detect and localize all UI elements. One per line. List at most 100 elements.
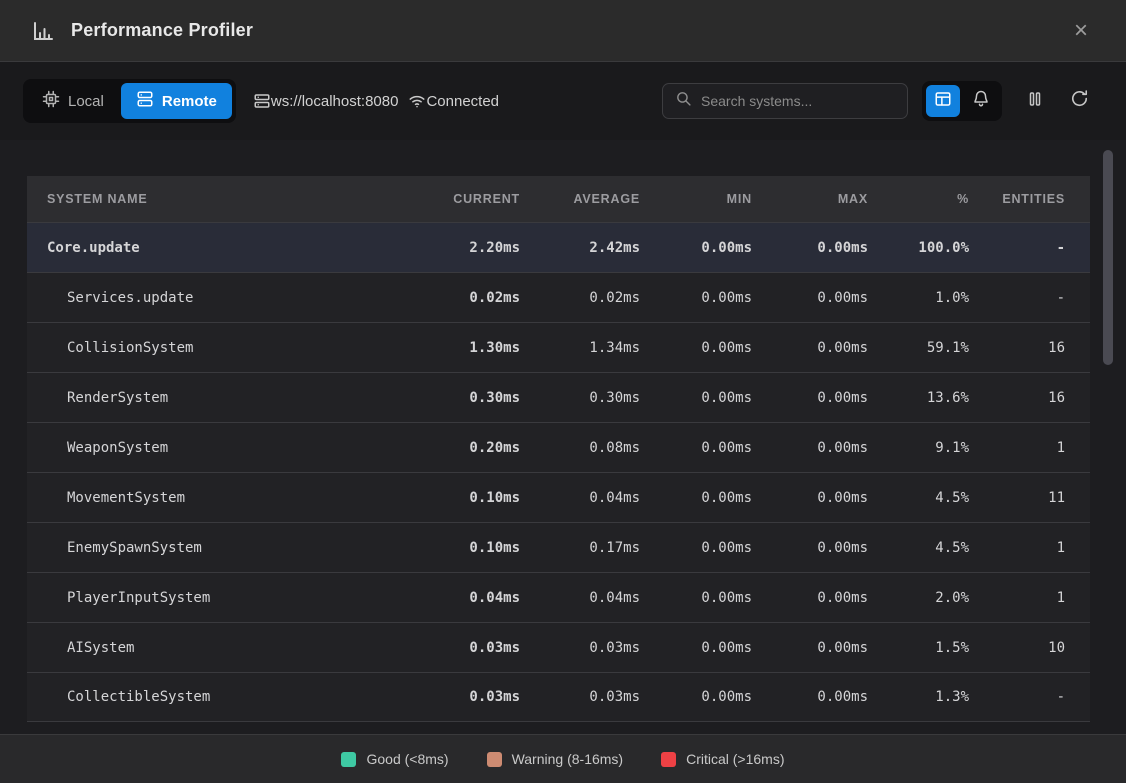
search-box (662, 83, 908, 119)
legend-label: Good (<8ms) (366, 751, 448, 767)
view-switcher (922, 81, 1002, 121)
host-server-icon (253, 92, 271, 110)
table-row[interactable]: Services.update0.02ms0.02ms0.00ms0.00ms1… (27, 272, 1090, 322)
close-icon[interactable]: × (1066, 16, 1096, 46)
percent-cell: 1.5% (868, 640, 969, 656)
entities-cell: - (969, 290, 1065, 306)
legend-footer: Good (<8ms) Warning (8-16ms) Critical (>16… (0, 734, 1126, 783)
system-name-cell: MovementSystem (47, 490, 410, 506)
wifi-icon (408, 92, 426, 110)
table-row[interactable]: EnemySpawnSystem0.10ms0.17ms0.00ms0.00ms… (27, 522, 1090, 572)
column-header[interactable]: CURRENT (410, 192, 520, 206)
max-cell: 0.00ms (752, 490, 868, 506)
max-cell: 0.00ms (752, 290, 868, 306)
table-row[interactable]: WeaponSystem0.20ms0.08ms0.00ms0.00ms9.1%… (27, 422, 1090, 472)
alerts-button[interactable] (964, 85, 998, 117)
bar-chart-icon (30, 18, 56, 44)
percent-cell: 1.0% (868, 290, 969, 306)
max-cell: 0.00ms (752, 390, 868, 406)
system-name-cell: AISystem (47, 640, 410, 656)
column-header[interactable]: MAX (752, 192, 868, 206)
column-header[interactable]: ENTITIES (969, 192, 1065, 206)
percent-cell: 4.5% (868, 490, 969, 506)
column-header[interactable]: SYSTEM NAME (47, 192, 410, 206)
max-cell: 0.00ms (752, 640, 868, 656)
connection-url: ws://localhost:8080 (271, 93, 399, 110)
current-cell: 0.03ms (410, 689, 520, 705)
table-row[interactable]: CollectibleSystem0.03ms0.03ms0.00ms0.00m… (27, 672, 1090, 722)
min-cell: 0.00ms (640, 340, 752, 356)
average-cell: 0.30ms (520, 390, 640, 406)
min-cell: 0.00ms (640, 540, 752, 556)
percent-cell: 59.1% (868, 340, 969, 356)
average-cell: 0.04ms (520, 590, 640, 606)
vertical-scrollbar[interactable] (1103, 150, 1113, 365)
percent-cell: 4.5% (868, 540, 969, 556)
max-cell: 0.00ms (752, 590, 868, 606)
cpu-chip-icon (42, 90, 60, 112)
bell-icon (972, 90, 990, 113)
average-cell: 0.17ms (520, 540, 640, 556)
legend-color-swatch (661, 752, 676, 767)
system-name-cell: CollisionSystem (47, 340, 410, 356)
table-row[interactable]: Core.update2.20ms2.42ms0.00ms0.00ms100.0… (27, 222, 1090, 272)
column-header[interactable]: % (868, 192, 969, 206)
search-input[interactable] (701, 93, 895, 109)
entities-cell: 11 (969, 490, 1065, 506)
average-cell: 0.03ms (520, 640, 640, 656)
systems-table: SYSTEM NAMECURRENTAVERAGEMINMAX%ENTITIES… (27, 176, 1090, 722)
pause-button[interactable] (1020, 86, 1050, 116)
entities-cell: 1 (969, 540, 1065, 556)
entities-cell: 1 (969, 440, 1065, 456)
table-row[interactable]: AISystem0.03ms0.03ms0.00ms0.00ms1.5%10 (27, 622, 1090, 672)
local-mode-button[interactable]: Local (27, 83, 119, 119)
mode-switcher: Local Remote (23, 79, 236, 123)
current-cell: 0.10ms (410, 540, 520, 556)
system-name-cell: EnemySpawnSystem (47, 540, 410, 556)
legend-item: Good (<8ms) (341, 751, 448, 767)
percent-cell: 9.1% (868, 440, 969, 456)
current-cell: 0.02ms (410, 290, 520, 306)
min-cell: 0.00ms (640, 290, 752, 306)
average-cell: 1.34ms (520, 340, 640, 356)
column-header[interactable]: MIN (640, 192, 752, 206)
system-name-cell: CollectibleSystem (47, 689, 410, 705)
toolbar: Local Remote (0, 62, 1126, 140)
table-row[interactable]: RenderSystem0.30ms0.30ms0.00ms0.00ms13.6… (27, 372, 1090, 422)
refresh-button[interactable] (1064, 86, 1094, 116)
current-cell: 0.30ms (410, 390, 520, 406)
legend-color-swatch (341, 752, 356, 767)
entities-cell: 16 (969, 340, 1065, 356)
max-cell: 0.00ms (752, 340, 868, 356)
table-view-button[interactable] (926, 85, 960, 117)
table-body: Core.update2.20ms2.42ms0.00ms0.00ms100.0… (27, 222, 1090, 722)
table-view-icon (934, 90, 952, 113)
min-cell: 0.00ms (640, 240, 752, 256)
min-cell: 0.00ms (640, 390, 752, 406)
percent-cell: 2.0% (868, 590, 969, 606)
max-cell: 0.00ms (752, 689, 868, 705)
system-name-cell: Core.update (47, 240, 410, 256)
average-cell: 0.02ms (520, 290, 640, 306)
min-cell: 0.00ms (640, 640, 752, 656)
average-cell: 0.08ms (520, 440, 640, 456)
legend-item: Critical (>16ms) (661, 751, 784, 767)
current-cell: 1.30ms (410, 340, 520, 356)
percent-cell: 100.0% (868, 240, 969, 256)
table-row[interactable]: PlayerInputSystem0.04ms0.04ms0.00ms0.00m… (27, 572, 1090, 622)
pause-icon (1026, 90, 1044, 113)
current-cell: 0.03ms (410, 640, 520, 656)
table-row[interactable]: CollisionSystem1.30ms1.34ms0.00ms0.00ms5… (27, 322, 1090, 372)
table-row[interactable]: MovementSystem0.10ms0.04ms0.00ms0.00ms4.… (27, 472, 1090, 522)
legend-item: Warning (8-16ms) (487, 751, 624, 767)
system-name-cell: PlayerInputSystem (47, 590, 410, 606)
remote-mode-button[interactable]: Remote (121, 83, 232, 119)
percent-cell: 13.6% (868, 390, 969, 406)
column-header[interactable]: AVERAGE (520, 192, 640, 206)
connection-info: ws://localhost:8080 Connected (253, 92, 499, 110)
min-cell: 0.00ms (640, 490, 752, 506)
max-cell: 0.00ms (752, 440, 868, 456)
min-cell: 0.00ms (640, 689, 752, 705)
min-cell: 0.00ms (640, 440, 752, 456)
server-icon (136, 90, 154, 112)
